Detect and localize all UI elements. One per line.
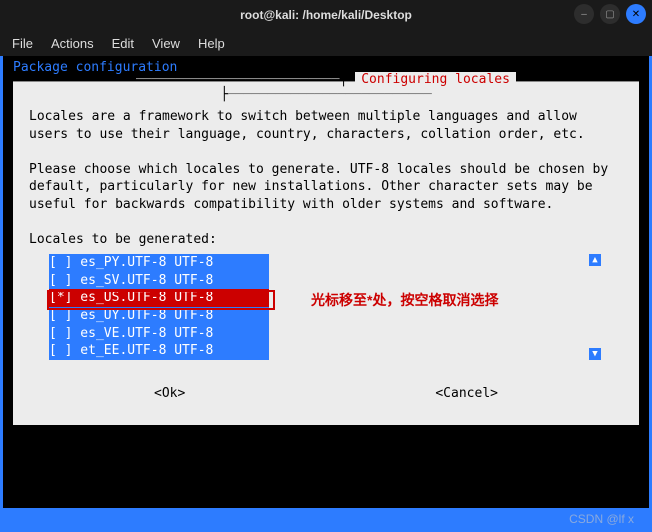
- menubar: File Actions Edit View Help: [0, 30, 652, 56]
- menu-help[interactable]: Help: [198, 36, 225, 51]
- watermark: CSDN @lf‎ x: [569, 512, 634, 526]
- list-item[interactable]: [ ] es_PY.UTF-8 UTF-8: [49, 254, 269, 272]
- dialog-buttons: <Ok> <Cancel>: [29, 386, 623, 401]
- scroll-down-icon[interactable]: ▼: [589, 348, 601, 360]
- menu-view[interactable]: View: [152, 36, 180, 51]
- config-dialog: ──────────────────────────┤ Configuring …: [13, 81, 639, 425]
- terminal: Package configuration ──────────────────…: [3, 56, 649, 508]
- annotation-text: 光标移至*处，按空格取消选择: [311, 290, 498, 310]
- dialog-title-row: ──────────────────────────┤ Configuring …: [29, 72, 623, 102]
- list-item[interactable]: [ ] et_EE.UTF-8 UTF-8: [49, 342, 269, 360]
- scroll-up-icon[interactable]: ▲: [589, 254, 601, 266]
- locale-list-wrap: [ ] es_PY.UTF-8 UTF-8 [ ] es_SV.UTF-8 UT…: [29, 254, 623, 359]
- menu-actions[interactable]: Actions: [51, 36, 94, 51]
- dash-right: ──────────────────────────: [228, 87, 432, 102]
- list-item: [*] es_US.UTF-8 UTF-8: [49, 289, 269, 307]
- dialog-title: Configuring locales: [355, 72, 516, 87]
- dialog-para2: Please choose which locales to generate.…: [29, 162, 616, 212]
- close-icon[interactable]: ✕: [626, 4, 646, 24]
- dialog-body: Locales are a framework to switch betwee…: [29, 108, 623, 248]
- minimize-icon[interactable]: –: [574, 4, 594, 24]
- list-item[interactable]: [ ] es_UY.UTF-8 UTF-8: [49, 307, 269, 325]
- list-item[interactable]: [ ] es_SV.UTF-8 UTF-8: [49, 272, 269, 290]
- list-item[interactable]: [ ] es_VE.UTF-8 UTF-8: [49, 325, 269, 343]
- ok-button[interactable]: <Ok>: [154, 386, 185, 401]
- window-title: root@kali: /home/kali/Desktop: [240, 8, 412, 22]
- menu-file[interactable]: File: [12, 36, 33, 51]
- list-item-selected[interactable]: [*] es_US.UTF-8 UTF-8: [49, 289, 269, 307]
- window-controls: – ▢ ✕: [574, 4, 646, 24]
- dialog-prompt: Locales to be generated:: [29, 232, 217, 247]
- titlebar: root@kali: /home/kali/Desktop – ▢ ✕: [0, 0, 652, 30]
- maximize-icon[interactable]: ▢: [600, 4, 620, 24]
- dash-left: ──────────────────────────: [136, 72, 340, 87]
- cancel-button[interactable]: <Cancel>: [435, 386, 498, 401]
- locale-list[interactable]: [ ] es_PY.UTF-8 UTF-8 [ ] es_SV.UTF-8 UT…: [49, 254, 269, 359]
- dialog-para1: Locales are a framework to switch betwee…: [29, 109, 585, 142]
- menu-edit[interactable]: Edit: [112, 36, 134, 51]
